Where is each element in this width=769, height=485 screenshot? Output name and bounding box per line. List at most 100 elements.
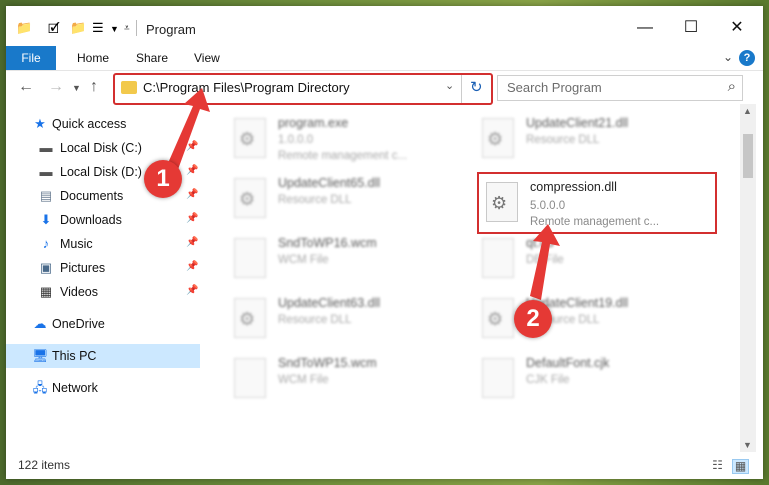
sidebar-item-label: Quick access xyxy=(52,117,127,131)
sidebar-item-label: Downloads xyxy=(60,213,122,227)
sidebar-item-label: Videos xyxy=(60,285,98,299)
file-name: qt.db xyxy=(526,236,554,250)
drive-icon: ▬ xyxy=(39,164,53,179)
pin-icon[interactable]: 📌 xyxy=(186,165,198,176)
file-item[interactable]: ⚙ UpdateClient65.dll Resource DLL xyxy=(232,172,470,228)
file-icon: ⚙ xyxy=(234,298,266,338)
sidebar-item-label: Network xyxy=(52,381,98,395)
scroll-down-icon[interactable]: ▼ xyxy=(743,440,752,450)
pin-icon[interactable]: 📌 xyxy=(186,261,198,272)
sidebar-item-quick-access[interactable]: ★ Quick access xyxy=(6,112,200,136)
sidebar-item-label: Music xyxy=(60,237,93,251)
download-icon: ⬇ xyxy=(40,212,52,227)
file-icon: ⚙ xyxy=(234,178,266,218)
computer-icon: 🖥 xyxy=(32,348,49,363)
sidebar-item-label: This PC xyxy=(52,349,97,363)
chevron-down-icon[interactable]: ⌄ xyxy=(445,79,454,92)
file-version: 1.0.0.0 xyxy=(278,134,314,146)
address-bar[interactable]: C:\Program Files\Program Directory ⌄ ↻ xyxy=(113,73,493,105)
sidebar-item-videos[interactable]: ▦ Videos 📌 xyxy=(6,280,200,304)
sidebar-item-pictures[interactable]: ▣ Pictures 📌 xyxy=(6,256,200,280)
file-name: UpdateClient21.dll xyxy=(526,116,629,130)
network-icon: 🖧 xyxy=(32,380,48,395)
pin-icon[interactable]: 📌 xyxy=(186,285,198,296)
documents-icon: ▤ xyxy=(39,188,53,203)
step-2-badge: 2 xyxy=(514,300,552,338)
file-type: WCM File xyxy=(278,374,329,386)
sidebar-item-downloads[interactable]: ⬇ Downloads 📌 xyxy=(6,208,200,232)
help-button[interactable]: ? xyxy=(739,50,755,66)
file-name: program.exe xyxy=(278,116,349,130)
file-item[interactable]: ⚙ UpdateClient21.dll Resource DLL xyxy=(480,112,718,168)
maximize-button[interactable]: ☐ xyxy=(668,12,714,44)
navigation-pane: ★ Quick access ▬ Local Disk (C:) 📌 ▬ Loc… xyxy=(6,104,200,450)
recent-locations-icon[interactable]: ▼ xyxy=(72,83,81,93)
expand-ribbon-icon[interactable]: ⌄ xyxy=(723,50,733,64)
up-arrow-icon[interactable]: ↑ xyxy=(90,78,98,96)
pin-icon[interactable]: 📌 xyxy=(186,141,198,152)
search-input[interactable]: Search Program ⌕ xyxy=(497,75,743,101)
customize-qat-icon[interactable]: ⩡ xyxy=(124,23,130,34)
pin-icon[interactable]: 📌 xyxy=(186,237,198,248)
file-icon: ⚙ xyxy=(482,298,514,338)
item-count: 122 items xyxy=(18,458,71,472)
sidebar-item-network[interactable]: 🖧 Network xyxy=(6,376,200,400)
file-icon xyxy=(482,238,514,278)
file-item[interactable]: SndToWP15.wcm WCM File xyxy=(232,352,470,408)
scroll-up-icon[interactable]: ▲ xyxy=(743,106,752,116)
file-icon: ⚙ xyxy=(234,118,266,158)
pin-icon[interactable]: 📌 xyxy=(186,213,198,224)
tab-view[interactable]: View xyxy=(194,46,220,70)
status-bar: 122 items ☷ ▦ xyxy=(6,454,763,479)
videos-icon: ▦ xyxy=(39,284,53,299)
file-item[interactable]: ⚙ program.exe 1.0.0.0 Remote management … xyxy=(232,112,470,168)
sidebar-item-onedrive[interactable]: ☁ OneDrive xyxy=(6,312,200,336)
vertical-scrollbar[interactable]: ▲ ▼ xyxy=(740,104,756,452)
large-icons-view-icon[interactable]: ▦ xyxy=(732,459,749,474)
forward-arrow-icon[interactable]: → xyxy=(48,78,64,96)
sidebar-item-label: Local Disk (D:) xyxy=(60,165,142,179)
file-item[interactable]: DefaultFont.cjk CJK File xyxy=(480,352,718,408)
minimize-button[interactable]: — xyxy=(622,12,668,44)
sidebar-item-label: Local Disk (C:) xyxy=(60,141,142,155)
highlight-box xyxy=(477,172,717,234)
cloud-icon: ☁ xyxy=(33,316,47,331)
file-type: CJK File xyxy=(526,374,570,386)
explorer-window: 📁 🗹 📁 ☰ ▼ ⩡ Program — ☐ ✕ File Home Shar… xyxy=(6,6,763,479)
star-icon: ★ xyxy=(34,116,46,131)
address-divider xyxy=(461,75,462,103)
sidebar-item-label: Pictures xyxy=(60,261,106,275)
back-arrow-icon[interactable]: ← xyxy=(18,78,34,96)
sidebar-item-music[interactable]: ♪ Music 📌 xyxy=(6,232,200,256)
scrollbar-thumb[interactable] xyxy=(743,134,753,178)
search-icon[interactable]: ⌕ xyxy=(728,78,736,95)
close-button[interactable]: ✕ xyxy=(714,12,760,44)
sidebar-item-this-pc[interactable]: 🖥 This PC xyxy=(6,344,200,368)
folder-icon xyxy=(121,81,137,94)
chevron-down-icon[interactable]: ▼ xyxy=(110,24,119,34)
sidebar-item-local-disk-c[interactable]: ▬ Local Disk (C:) 📌 xyxy=(6,136,200,160)
file-item[interactable]: SndToWP16.wcm WCM File xyxy=(232,232,470,288)
address-path[interactable]: C:\Program Files\Program Directory xyxy=(143,80,350,95)
file-type: Resource DLL xyxy=(526,134,600,146)
details-view-icon[interactable]: ☷ xyxy=(710,459,725,472)
refresh-icon[interactable]: ↻ xyxy=(470,78,483,96)
step-1-badge: 1 xyxy=(144,160,182,198)
file-item[interactable]: qt.db DB File xyxy=(480,232,718,288)
file-icon: ⚙ xyxy=(482,118,514,158)
file-name: UpdateClient63.dll xyxy=(278,296,381,310)
tab-share[interactable]: Share xyxy=(136,46,168,70)
pin-icon[interactable]: 📌 xyxy=(186,189,198,200)
tab-file[interactable]: File xyxy=(6,46,56,70)
new-folder-icon[interactable]: 📁 xyxy=(70,20,86,36)
folder-icon[interactable]: 📁 xyxy=(16,20,32,36)
view-toggle-icon[interactable]: ☰ xyxy=(92,20,104,36)
file-icon xyxy=(234,238,266,278)
file-item[interactable]: ⚙ UpdateClient63.dll Resource DLL xyxy=(232,292,470,348)
sidebar-item-label: Documents xyxy=(60,189,124,203)
file-name: DefaultFont.cjk xyxy=(526,356,610,370)
file-name: UpdateClient65.dll xyxy=(278,176,381,190)
properties-icon[interactable]: 🗹 xyxy=(48,20,60,42)
tab-home[interactable]: Home xyxy=(77,46,109,70)
file-list: ⚙ program.exe 1.0.0.0 Remote management … xyxy=(202,104,740,450)
